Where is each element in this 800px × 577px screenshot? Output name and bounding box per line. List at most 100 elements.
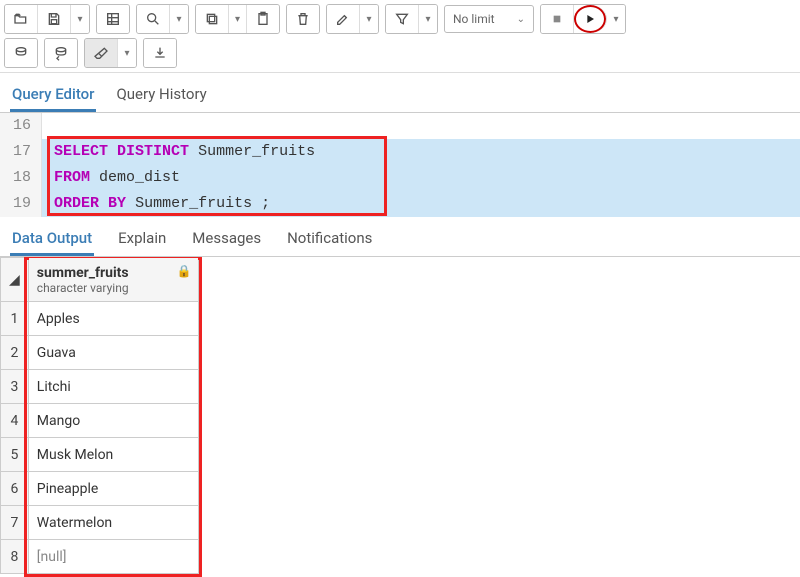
- chevron-down-icon: ⌄: [517, 14, 525, 25]
- editor-line[interactable]: 19ORDER BY Summer_fruits ;: [0, 191, 800, 217]
- line-code[interactable]: FROM demo_dist: [42, 165, 800, 191]
- column-type: character varying: [37, 281, 190, 295]
- copy-paste-group: ▾: [195, 4, 280, 34]
- copy-button[interactable]: [196, 5, 229, 33]
- line-code[interactable]: SELECT DISTINCT Summer_fruits: [42, 139, 800, 165]
- delete-button[interactable]: [287, 5, 319, 33]
- clear-button[interactable]: [85, 39, 118, 67]
- table-row[interactable]: 8[null]: [1, 540, 199, 574]
- row-number[interactable]: 6: [1, 472, 29, 506]
- search-icon: [145, 11, 161, 27]
- save-button[interactable]: [38, 5, 71, 33]
- row-number[interactable]: 3: [1, 370, 29, 404]
- filter-button[interactable]: [386, 5, 419, 33]
- edit-group: ▾: [326, 4, 379, 34]
- tab-query-editor[interactable]: Query Editor: [10, 79, 96, 112]
- table-row[interactable]: 1Apples: [1, 302, 199, 336]
- download-button[interactable]: [144, 39, 176, 67]
- row-number[interactable]: 4: [1, 404, 29, 438]
- line-number: 16: [0, 113, 42, 139]
- tab-explain[interactable]: Explain: [116, 223, 168, 256]
- open-save-group: ▾: [4, 4, 90, 34]
- filter-dropdown[interactable]: ▾: [419, 5, 437, 33]
- filter-group: ▾: [385, 4, 438, 34]
- column-header[interactable]: summer_fruits character varying 🔒: [28, 258, 198, 302]
- column-name: summer_fruits: [37, 265, 190, 281]
- tab-data-output[interactable]: Data Output: [10, 223, 94, 256]
- execute-group: ▾: [540, 4, 626, 34]
- download-group: [143, 38, 177, 68]
- row-limit-select[interactable]: No limit ⌄: [444, 5, 534, 33]
- stack-commit-icon: [13, 45, 29, 61]
- cell-value[interactable]: Litchi: [28, 370, 198, 404]
- tab-messages[interactable]: Messages: [190, 223, 263, 256]
- copy-dropdown[interactable]: ▾: [229, 5, 247, 33]
- rollback-button[interactable]: [45, 39, 77, 67]
- line-code[interactable]: ORDER BY Summer_fruits ;: [42, 191, 800, 217]
- cell-value[interactable]: Musk Melon: [28, 438, 198, 472]
- execute-dropdown[interactable]: ▾: [607, 5, 625, 33]
- execute-button[interactable]: [574, 5, 607, 33]
- cell-value[interactable]: Guava: [28, 336, 198, 370]
- line-code[interactable]: [42, 113, 800, 139]
- editor-line[interactable]: 16: [0, 113, 800, 139]
- row-number[interactable]: 8: [1, 540, 29, 574]
- tab-notifications[interactable]: Notifications: [285, 223, 374, 256]
- paste-icon: [255, 11, 271, 27]
- editor-line[interactable]: 17SELECT DISTINCT Summer_fruits: [0, 139, 800, 165]
- row-limit-label: No limit: [453, 12, 495, 26]
- results-grid: ◢ summer_fruits character varying 🔒 1App…: [0, 257, 800, 574]
- sql-editor[interactable]: 1617SELECT DISTINCT Summer_fruits18FROM …: [0, 113, 800, 217]
- search-button[interactable]: [137, 5, 170, 33]
- row-number[interactable]: 1: [1, 302, 29, 336]
- corner-cell[interactable]: ◢: [1, 258, 29, 302]
- stop-icon: [549, 11, 565, 27]
- table-row[interactable]: 6Pineapple: [1, 472, 199, 506]
- copy-icon: [204, 11, 220, 27]
- folder-open-icon: [13, 11, 29, 27]
- edit-button[interactable]: [327, 5, 360, 33]
- eraser-icon: [93, 45, 109, 61]
- editor-tabs: Query Editor Query History: [0, 73, 800, 113]
- rollback-group: [44, 38, 78, 68]
- table-row[interactable]: 4Mango: [1, 404, 199, 438]
- table-row[interactable]: 3Litchi: [1, 370, 199, 404]
- open-button[interactable]: [5, 5, 38, 33]
- save-icon: [46, 11, 62, 27]
- row-number[interactable]: 2: [1, 336, 29, 370]
- row-number[interactable]: 5: [1, 438, 29, 472]
- save-dropdown[interactable]: ▾: [71, 5, 89, 33]
- trash-icon: [295, 11, 311, 27]
- cell-value[interactable]: Watermelon: [28, 506, 198, 540]
- chevron-down-icon: ▾: [366, 14, 371, 25]
- table-row[interactable]: 5Musk Melon: [1, 438, 199, 472]
- line-number: 18: [0, 165, 42, 191]
- paste-button[interactable]: [247, 5, 279, 33]
- line-number: 19: [0, 191, 42, 217]
- table-row[interactable]: 2Guava: [1, 336, 199, 370]
- cell-value[interactable]: Mango: [28, 404, 198, 438]
- download-icon: [152, 45, 168, 61]
- cell-value[interactable]: [null]: [28, 540, 198, 574]
- query-tool-button[interactable]: [97, 5, 129, 33]
- commit-button[interactable]: [5, 39, 37, 67]
- chevron-down-icon: ▾: [425, 14, 430, 25]
- pencil-icon: [335, 11, 351, 27]
- filter-icon: [394, 11, 410, 27]
- cell-value[interactable]: Apples: [28, 302, 198, 336]
- search-group: ▾: [136, 4, 189, 34]
- stack-rollback-icon: [53, 45, 69, 61]
- result-tabs: Data Output Explain Messages Notificatio…: [0, 217, 800, 257]
- search-dropdown[interactable]: ▾: [170, 5, 188, 33]
- clear-dropdown[interactable]: ▾: [118, 39, 136, 67]
- chevron-down-icon: ▾: [176, 14, 181, 25]
- stop-button[interactable]: [541, 5, 574, 33]
- editor-line[interactable]: 18FROM demo_dist: [0, 165, 800, 191]
- cell-value[interactable]: Pineapple: [28, 472, 198, 506]
- query-tools-group: [96, 4, 130, 34]
- edit-dropdown[interactable]: ▾: [360, 5, 378, 33]
- row-number[interactable]: 7: [1, 506, 29, 540]
- table-row[interactable]: 7Watermelon: [1, 506, 199, 540]
- commit-group: [4, 38, 38, 68]
- tab-query-history[interactable]: Query History: [114, 79, 208, 112]
